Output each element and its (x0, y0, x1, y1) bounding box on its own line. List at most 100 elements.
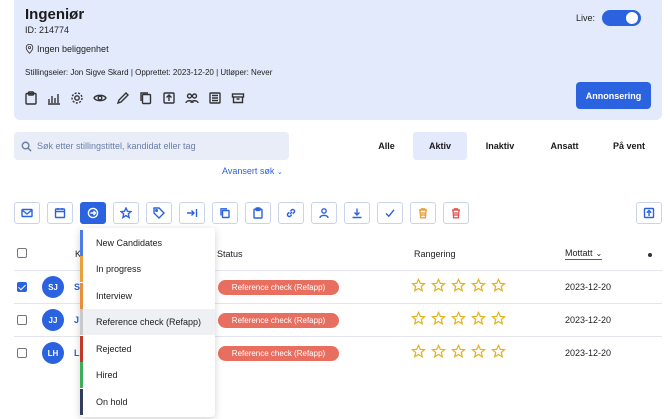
duplicate-button[interactable] (212, 202, 238, 224)
status-badge[interactable]: Reference check (Refapp) (218, 280, 339, 295)
star-icon[interactable] (451, 344, 466, 359)
clipboard-button[interactable] (245, 202, 271, 224)
status-badge[interactable]: Reference check (Refapp) (218, 313, 339, 328)
sort-chevron-icon: ⌄ (595, 248, 603, 258)
live-toggle[interactable] (602, 10, 641, 26)
tag-button[interactable] (146, 202, 172, 224)
page: Ingeniør ID: 214774 Ingen beliggenhet St… (0, 0, 670, 419)
search-bar (14, 132, 289, 160)
stage-option-rejected[interactable]: Rejected (80, 336, 215, 362)
star-icon[interactable] (471, 278, 486, 293)
column-options-icon[interactable] (648, 253, 652, 257)
check-icon (385, 209, 395, 218)
send-email-button[interactable] (14, 202, 40, 224)
clipboard-icon[interactable] (23, 90, 39, 106)
archive-icon[interactable] (230, 90, 246, 106)
job-id: ID: 214774 (25, 25, 70, 35)
calendar-icon (54, 208, 66, 219)
search-icon (21, 141, 32, 152)
stage-option-on-hold[interactable]: On hold (80, 389, 215, 415)
avatar: JJ (42, 309, 64, 331)
star-icon[interactable] (471, 311, 486, 326)
column-header-status[interactable]: Status (217, 249, 243, 259)
column-header-mottatt[interactable]: Mottatt ⌄ (565, 248, 603, 260)
copy-icon (220, 208, 230, 219)
tab-inaktiv[interactable]: Inaktiv (467, 132, 533, 160)
advanced-search-label: Avansert søk (222, 166, 275, 176)
archive-delete-button[interactable] (410, 202, 436, 224)
link-icon (286, 208, 296, 218)
stage-option-interview[interactable]: Interview (80, 283, 215, 309)
row-checkbox[interactable] (17, 315, 27, 325)
job-location: Ingen beliggenhet (25, 44, 109, 54)
search-input[interactable] (37, 141, 282, 151)
mail-icon (21, 208, 33, 218)
annonsering-button[interactable]: Annonsering (576, 82, 651, 109)
move-stage-menu: New Candidates In progress Interview Ref… (80, 228, 215, 417)
stage-option-hired[interactable]: Hired (80, 362, 215, 388)
download-button[interactable] (344, 202, 370, 224)
star-icon[interactable] (451, 278, 466, 293)
received-date: 2023-12-20 (565, 348, 612, 358)
download-icon (352, 208, 362, 219)
bar-chart-icon[interactable] (46, 90, 62, 106)
row-checkbox[interactable] (17, 282, 27, 292)
star-icon[interactable] (411, 278, 426, 293)
rating-stars[interactable] (411, 311, 506, 326)
star-icon[interactable] (431, 311, 446, 326)
share-icon[interactable] (161, 90, 177, 106)
avatar: SJ (42, 276, 64, 298)
star-icon (120, 207, 132, 219)
gear-icon[interactable] (69, 90, 85, 106)
stage-option-reference-check[interactable]: Reference check (Refapp) (80, 309, 215, 335)
candidate-name[interactable]: J (74, 315, 79, 325)
approve-button[interactable] (377, 202, 403, 224)
star-icon[interactable] (451, 311, 466, 326)
star-icon[interactable] (431, 278, 446, 293)
column-header-rangering[interactable]: Rangering (414, 249, 456, 259)
eye-icon[interactable] (92, 90, 108, 106)
delete-button[interactable] (443, 202, 469, 224)
star-icon[interactable] (471, 344, 486, 359)
received-date: 2023-12-20 (565, 282, 612, 292)
candidate-action-toolbar (14, 202, 469, 224)
rating-stars[interactable] (411, 278, 506, 293)
tab-aktiv[interactable]: Aktiv (413, 132, 467, 160)
users-icon[interactable] (184, 90, 200, 106)
stage-option-new-candidates[interactable]: New Candidates (80, 230, 215, 256)
status-tabs: Alle Aktiv Inaktiv Ansatt På vent (360, 132, 662, 160)
tag-icon (153, 207, 165, 219)
favorite-button[interactable] (113, 202, 139, 224)
export-button[interactable] (636, 202, 662, 224)
star-icon[interactable] (431, 344, 446, 359)
select-all-checkbox[interactable] (17, 248, 27, 258)
newspaper-icon[interactable] (207, 90, 223, 106)
clipboard-icon (253, 207, 263, 219)
star-icon[interactable] (491, 311, 506, 326)
tab-ansatt[interactable]: Ansatt (533, 132, 596, 160)
star-icon[interactable] (411, 311, 426, 326)
row-checkbox[interactable] (17, 348, 27, 358)
star-icon[interactable] (491, 278, 506, 293)
status-badge[interactable]: Reference check (Refapp) (218, 346, 339, 361)
stage-option-in-progress[interactable]: In progress (80, 256, 215, 282)
tab-alle[interactable]: Alle (360, 132, 413, 160)
star-icon[interactable] (491, 344, 506, 359)
avatar: LH (42, 342, 64, 364)
candidate-name[interactable]: L (74, 348, 80, 358)
advanced-search-link[interactable]: Avansert søk ⌄ (222, 166, 283, 176)
job-title: Ingeniør (25, 6, 85, 23)
rating-stars[interactable] (411, 344, 506, 359)
chevron-down-icon: ⌄ (276, 169, 283, 176)
trash-orange-icon (419, 208, 427, 219)
copy-icon[interactable] (138, 90, 154, 106)
move-stage-button[interactable] (80, 202, 106, 224)
tab-pa-vent[interactable]: På vent (596, 132, 662, 160)
assign-user-button[interactable] (311, 202, 337, 224)
schedule-button[interactable] (47, 202, 73, 224)
transfer-button[interactable] (179, 202, 205, 224)
star-icon[interactable] (411, 344, 426, 359)
link-button[interactable] (278, 202, 304, 224)
received-date: 2023-12-20 (565, 315, 612, 325)
pencil-icon[interactable] (115, 90, 131, 106)
